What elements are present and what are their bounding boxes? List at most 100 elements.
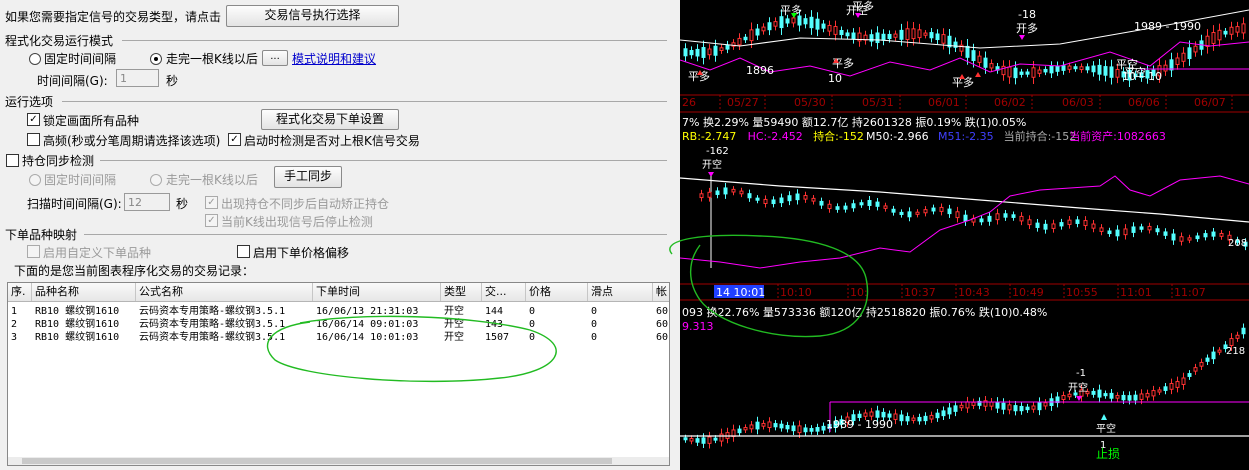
top-candle <box>779 16 784 29</box>
top-candle <box>1229 26 1234 35</box>
top-candle <box>743 36 748 41</box>
mode-options-button[interactable]: ... <box>262 50 288 66</box>
bot-candle <box>737 428 742 434</box>
signal-arrow <box>975 72 981 77</box>
column-header[interactable]: 下单时间 <box>313 283 441 301</box>
top-candle <box>815 18 820 30</box>
bot-candle <box>821 425 826 431</box>
auto-fix-checkbox[interactable]: ✓ <box>205 196 218 209</box>
candlestick-charts[interactable]: 平多平多 开空平多189610平多平多 10-18开多平空1989 - 1990平空… <box>680 0 1249 470</box>
column-header[interactable]: 帐 <box>653 283 669 301</box>
lock-all-checkbox[interactable]: ✓ <box>27 113 40 126</box>
column-header[interactable]: 滑点 <box>588 283 653 301</box>
mid-candle <box>1139 226 1144 230</box>
pos-after-bar-radio[interactable] <box>150 174 162 186</box>
signal-select-button[interactable]: 交易信号执行选择 <box>226 5 399 27</box>
bot-candle <box>1001 402 1006 410</box>
top-candle <box>1097 64 1102 75</box>
mid-marker-label: 开空 <box>702 158 722 171</box>
top-candle <box>935 33 940 41</box>
scan-interval-input[interactable]: 12 <box>124 193 170 211</box>
top-candle <box>1073 66 1078 70</box>
top-candle <box>905 28 910 40</box>
column-header[interactable]: 公式名称 <box>136 283 313 301</box>
column-header[interactable]: 序. <box>8 283 32 301</box>
bot-candle <box>1007 404 1012 411</box>
stop-check-checkbox[interactable]: ✓ <box>205 214 218 227</box>
fixed-interval-radio[interactable] <box>29 53 41 65</box>
trade-records-table[interactable]: 序. 品种名称 公式名称 下单时间 类型 交... 价格 滑点帐 1 RB10 螺纹钢1610 云… <box>7 282 670 466</box>
mid-candle <box>955 211 960 219</box>
bot-candle <box>797 425 802 434</box>
after-bar-radio[interactable] <box>150 53 162 65</box>
top-candle <box>689 49 694 56</box>
market-chart-panel[interactable]: 平多 平多 开空 平多 1896 10 平多 平多 10 -18 开多 平空 1989 - 1990 平空… <box>680 0 1249 470</box>
table-cell: 60 <box>656 306 669 317</box>
column-header[interactable]: 类型 <box>441 283 482 301</box>
table-row[interactable]: 1 RB10 螺纹钢1610 云码资本专用策略-螺纹钢3.5.1 16/06/13 2… <box>8 305 669 318</box>
table-row[interactable]: 2 RB10 螺纹钢1610 云码资本专用策略-螺纹钢3.5.1 16/06/14 0… <box>8 318 669 331</box>
manual-sync-button[interactable]: 手工同步 <box>274 166 342 188</box>
mid-candle <box>931 207 936 212</box>
top-candle <box>1037 69 1042 74</box>
column-header[interactable]: 品种名称 <box>32 283 136 301</box>
bot-candle <box>881 411 886 418</box>
horizontal-scrollbar[interactable] <box>8 457 669 465</box>
bot-candle <box>707 436 712 444</box>
date-tick: 05/30 <box>794 96 826 109</box>
table-row[interactable]: 3 RB10 螺纹钢1610 云码资本专用策略-螺纹钢3.5.1 16/06/14 1… <box>8 331 669 344</box>
top-candle <box>749 29 754 42</box>
top-candle <box>1241 23 1246 34</box>
mid-candle <box>835 206 840 210</box>
mid-candle <box>827 203 832 210</box>
top-price-label: 1989 - 1990 <box>1134 20 1201 33</box>
bot-candle <box>1013 405 1018 412</box>
table-cell: 0 <box>591 332 598 343</box>
mid-candle <box>715 190 720 195</box>
high-freq-checkbox[interactable] <box>27 133 40 146</box>
bot-candle <box>959 404 964 409</box>
column-header[interactable]: 交... <box>482 283 526 301</box>
bot-candle <box>905 416 910 422</box>
top-candle <box>725 44 730 50</box>
date-tick: 06/06 <box>1128 96 1160 109</box>
pos-sync-checkbox[interactable] <box>6 154 19 167</box>
date-tick: 06/07 <box>1194 96 1226 109</box>
mid-candle <box>707 191 712 198</box>
interval-input[interactable]: 1 <box>116 69 159 87</box>
order-settings-button[interactable]: 程式化交易下单设置 <box>261 109 399 130</box>
pos-fixed-radio[interactable] <box>29 174 41 186</box>
records-label: 下面的是您当前图表程序化交易的交易记录： <box>14 264 255 278</box>
top-signal-label: 平多 <box>852 0 874 13</box>
table-cell: 开空 <box>444 319 464 330</box>
top-candle <box>1217 29 1222 41</box>
table-cell: 60 <box>656 319 669 330</box>
table-cell: 60 <box>656 332 669 343</box>
mapping-group-title: 下单品种映射 <box>5 228 78 242</box>
top-candle <box>695 48 700 57</box>
top-candle <box>803 18 808 25</box>
price-offset-checkbox[interactable] <box>237 245 250 258</box>
startup-check-checkbox[interactable]: ✓ <box>228 133 241 146</box>
mid-candle <box>1107 230 1112 235</box>
options-group-title: 运行选项 <box>5 95 54 109</box>
top-candle <box>707 48 712 56</box>
mid-candle <box>939 206 944 212</box>
bot-candle <box>875 410 880 418</box>
top-candle <box>1235 26 1240 33</box>
mid-candle <box>1003 213 1008 218</box>
scrollbar-thumb[interactable] <box>22 458 612 464</box>
date-tick: 06/03 <box>1062 96 1094 109</box>
mid-candle <box>859 202 864 206</box>
top-candle <box>1175 57 1180 65</box>
top-candle <box>821 23 826 29</box>
custom-symbol-checkbox[interactable] <box>27 245 40 258</box>
bot-candle <box>1133 394 1138 401</box>
bot-candle <box>1103 393 1108 397</box>
mode-help-link[interactable]: 模式说明和建议 <box>292 50 376 67</box>
mid-candle <box>915 211 920 215</box>
top-signal-label: 10 <box>828 72 842 85</box>
scan-interval-label: 扫描时间间隔(G): <box>27 197 122 211</box>
column-header[interactable]: 价格 <box>526 283 588 301</box>
bot-price-label: 1989 - 1990 <box>826 418 893 431</box>
